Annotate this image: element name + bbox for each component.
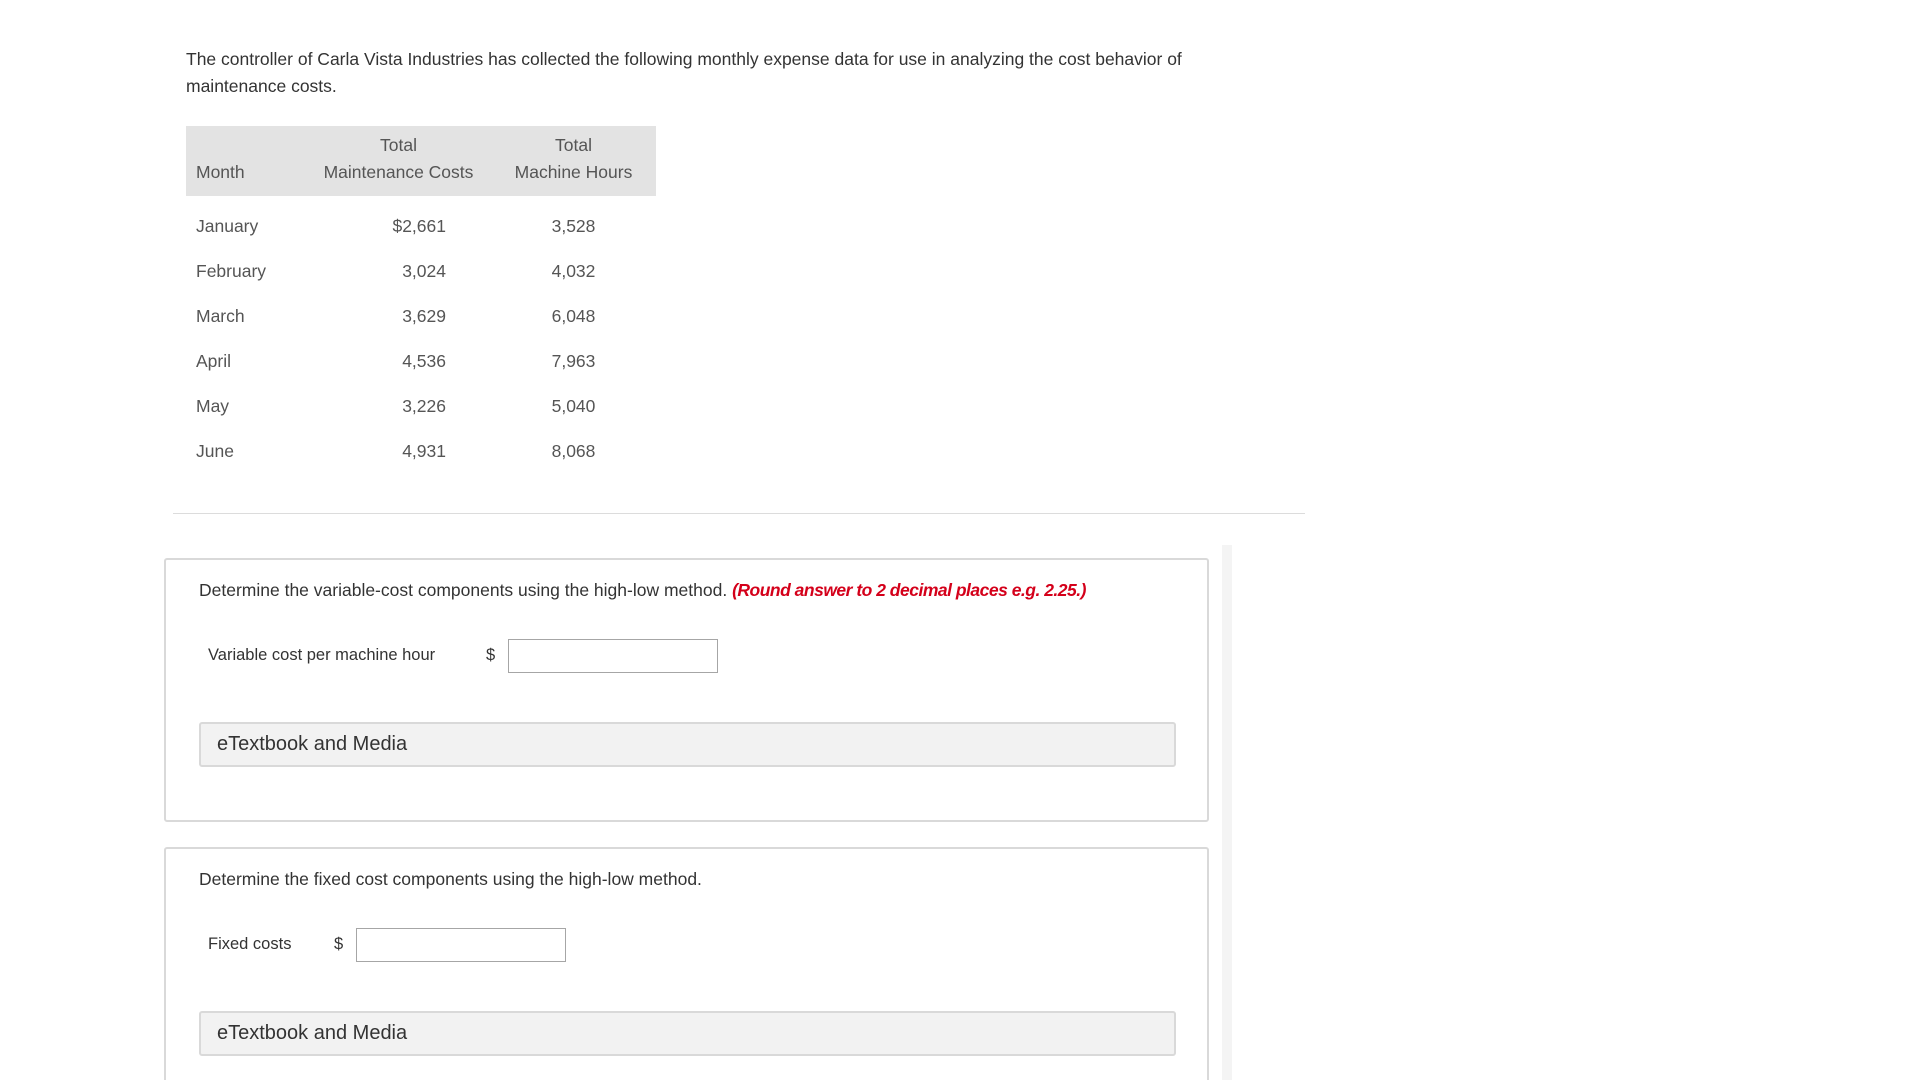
etextbook-media-button[interactable]: eTextbook and Media: [199, 722, 1176, 767]
row-cost: 4,536: [402, 351, 446, 371]
header-machine-hours: Total Machine Hours: [491, 126, 656, 196]
row-month: May: [196, 396, 230, 416]
fixed-cost-label: Fixed costs: [208, 935, 292, 953]
row-hours: 4,032: [551, 261, 596, 281]
row-cost: 4,931: [402, 441, 446, 461]
row-cost: 3,226: [402, 396, 446, 416]
table-row: May 3,226 5,040: [186, 384, 656, 429]
variable-cost-label: Variable cost per machine hour: [208, 646, 436, 664]
row-hours: 7,963: [551, 351, 596, 371]
header-maintenance-costs: Total Maintenance Costs: [306, 126, 491, 196]
problem-intro: The controller of Carla Vista Industries…: [186, 49, 1182, 96]
table-row: March 3,629 6,048: [186, 294, 656, 339]
table-row: April 4,536 7,963: [186, 339, 656, 384]
page: The controller of Carla Vista Industries…: [0, 0, 1920, 1080]
panel-side-shadow: [1222, 545, 1232, 1080]
header-month: Month: [196, 162, 245, 182]
table-header-row: Month Total Maintenance Costs Total Mach…: [186, 126, 656, 196]
table-row: January $2,661 3,528: [186, 196, 656, 249]
question-fixed-cost: Determine the fixed cost components usin…: [199, 869, 702, 889]
question-panel-variable-cost: Determine the variable-cost components u…: [164, 558, 1209, 822]
expense-data-table: Month Total Maintenance Costs Total Mach…: [186, 126, 656, 474]
row-cost: $2,661: [392, 216, 446, 236]
row-hours: 8,068: [551, 441, 596, 461]
row-month: June: [196, 441, 234, 461]
row-cost: 3,629: [402, 306, 446, 326]
table-row: February 3,024 4,032: [186, 249, 656, 294]
section-divider: [173, 513, 1305, 514]
rounding-hint: (Round answer to 2 decimal places e.g. 2…: [732, 580, 1086, 600]
row-month: March: [196, 306, 245, 326]
row-cost: 3,024: [402, 261, 446, 281]
currency-symbol: $: [486, 646, 496, 664]
currency-symbol: $: [334, 935, 344, 953]
variable-cost-input[interactable]: [508, 639, 718, 673]
row-month: April: [196, 351, 232, 371]
question-text: Determine the variable-cost components u…: [199, 580, 728, 600]
etextbook-media-button[interactable]: eTextbook and Media: [199, 1011, 1176, 1056]
row-hours: 5,040: [551, 396, 596, 416]
fixed-cost-input[interactable]: [356, 928, 566, 962]
row-month: February: [196, 261, 267, 281]
header-cost-line2: Maintenance Costs: [323, 162, 474, 182]
header-hours-line2: Machine Hours: [514, 162, 633, 182]
row-hours: 3,528: [551, 216, 596, 236]
question-variable-cost: Determine the variable-cost components u…: [199, 580, 1086, 601]
row-month: January: [196, 216, 259, 236]
question-panel-fixed-cost: Determine the fixed cost components usin…: [164, 847, 1209, 1080]
header-hours-line1: Total: [555, 135, 592, 155]
header-cost-line1: Total: [380, 135, 417, 155]
table-row: June 4,931 8,068: [186, 429, 656, 474]
row-hours: 6,048: [551, 306, 596, 326]
